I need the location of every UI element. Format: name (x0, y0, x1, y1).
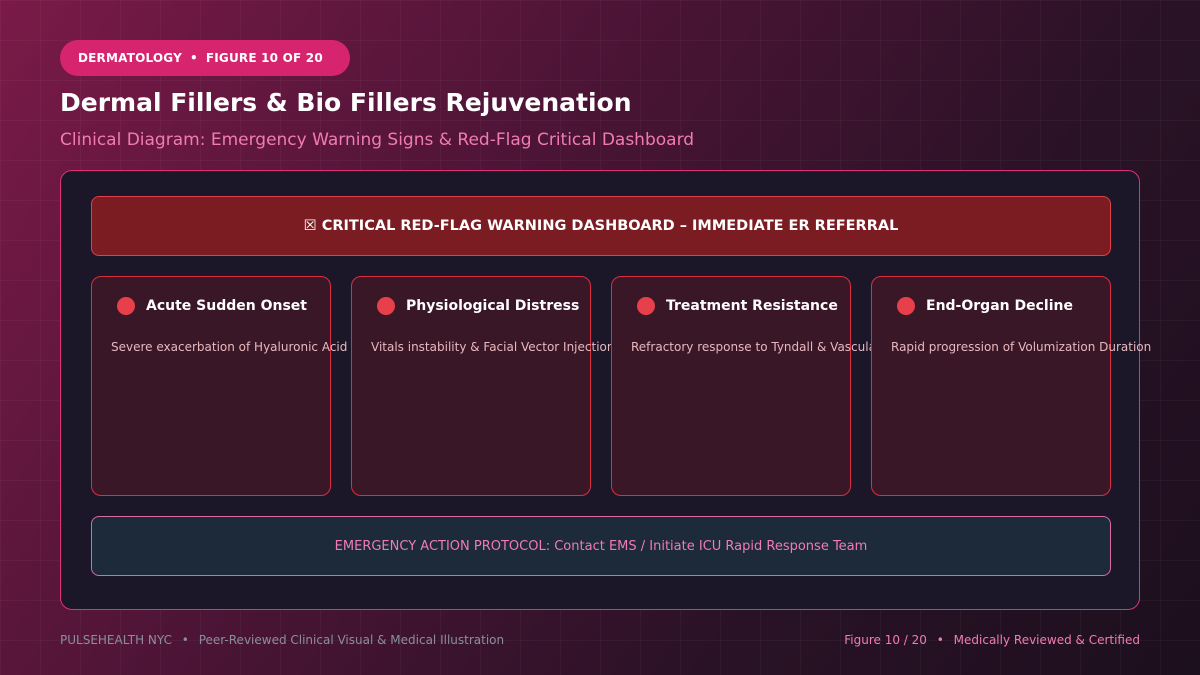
footer-figure: Figure 10 / 20 (844, 633, 927, 647)
card-title: Treatment Resistance (666, 298, 838, 314)
tag-separator: • (189, 51, 198, 65)
footer-separator: • (936, 633, 944, 647)
card-title: Acute Sudden Onset (146, 298, 307, 314)
page-subtitle: Clinical Diagram: Emergency Warning Sign… (60, 130, 695, 150)
warning-cards: Acute Sudden Onset Severe exacerbation o… (91, 276, 1151, 496)
warning-card-acute-onset: Acute Sudden Onset Severe exacerbation o… (91, 276, 416, 496)
card-description: Rapid progression of Volumization Durati… (891, 340, 1152, 354)
page-title: Dermal Fillers & Bio Fillers Rejuvenatio… (60, 88, 632, 117)
card-title: Physiological Distress (406, 298, 580, 314)
red-alert-dot-icon (637, 297, 655, 315)
footer-certification: Medically Reviewed & Certified (953, 633, 1140, 647)
red-alert-dot-icon (117, 297, 135, 315)
warning-card-physiological-distress: Physiological Distress Vitals instabilit… (351, 276, 615, 496)
card-title: End-Organ Decline (926, 298, 1073, 314)
red-alert-dot-icon (897, 297, 915, 315)
category-tag: DERMATOLOGY • FIGURE 10 OF 20 (60, 40, 350, 76)
footer-brand: PULSEHEALTH NYC (60, 633, 172, 647)
card-description: Vitals instability & Facial Vector Injec… (371, 340, 615, 354)
footer-brand-line: PULSEHEALTH NYC • Peer-Reviewed Clinical… (60, 633, 504, 647)
dashboard-panel: ☒ CRITICAL RED-FLAG WARNING DASHBOARD – … (60, 170, 1151, 610)
footer-tagline: Peer-Reviewed Clinical Visual & Medical … (198, 633, 505, 647)
category-label: DERMATOLOGY (78, 51, 182, 65)
footer-figure-line: Figure 10 / 20 • Medically Reviewed & Ce… (844, 633, 1140, 647)
red-alert-dot-icon (377, 297, 395, 315)
figure-label: FIGURE 10 OF 20 (205, 51, 323, 65)
critical-warning-banner: ☒ CRITICAL RED-FLAG WARNING DASHBOARD – … (91, 196, 1111, 256)
emergency-protocol-box: EMERGENCY ACTION PROTOCOL: Contact EMS /… (91, 516, 1111, 576)
footer-separator: • (181, 633, 189, 647)
warning-card-end-organ-decline: End-Organ Decline Rapid progression of V… (871, 276, 1151, 496)
warning-card-treatment-resistance: Treatment Resistance Refractory response… (611, 276, 923, 496)
